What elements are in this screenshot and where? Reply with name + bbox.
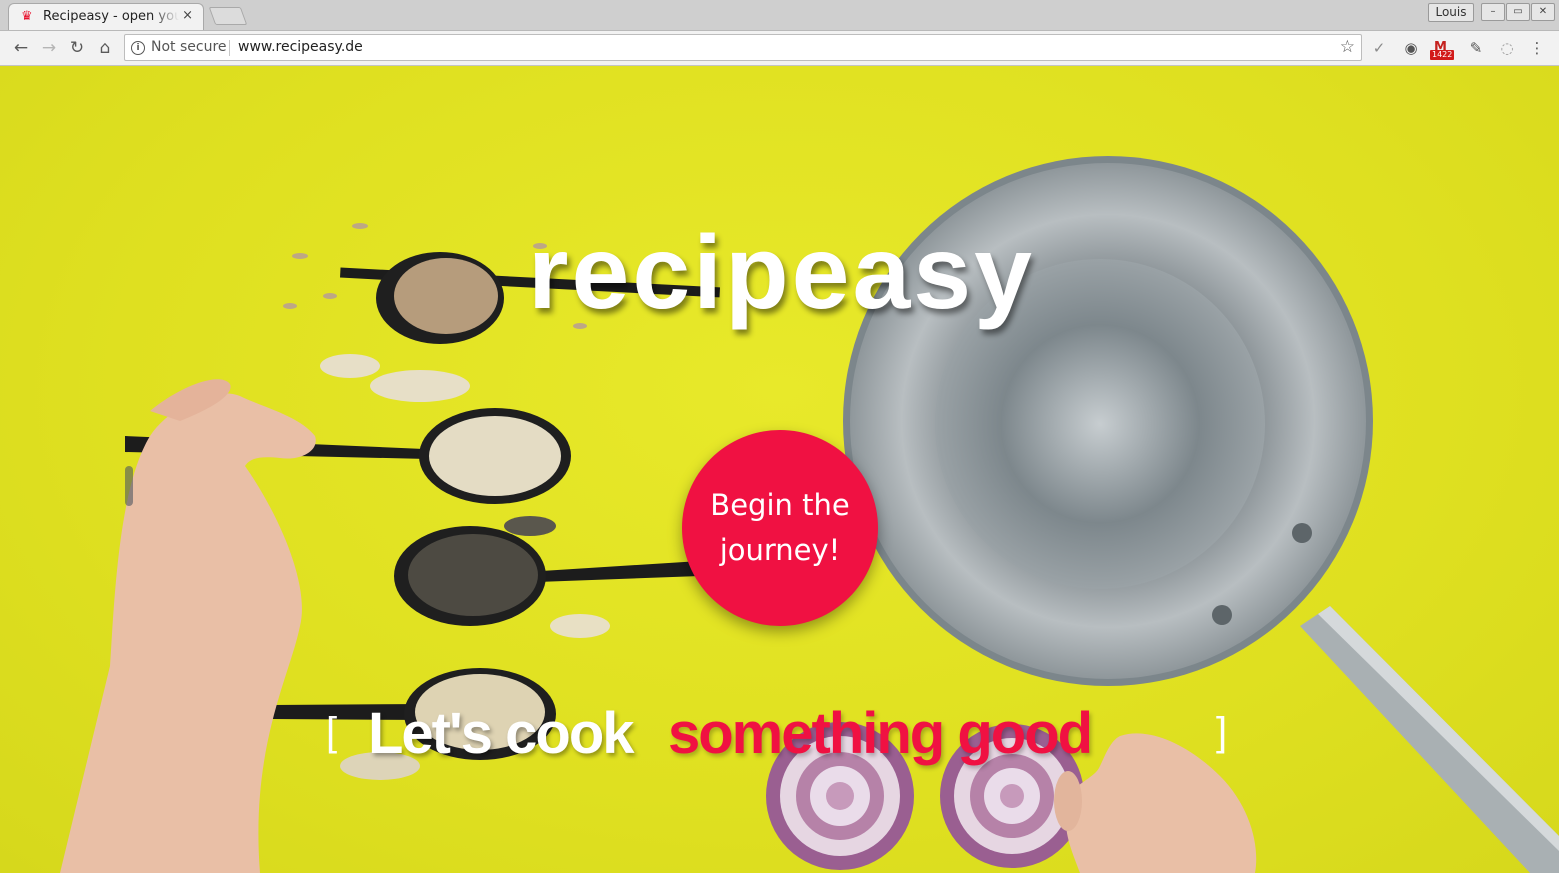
security-label[interactable]: Not secure — [151, 39, 227, 55]
eyedropper-extension-icon[interactable]: ✎ — [1466, 37, 1486, 59]
bookmark-star-icon[interactable]: ☆ — [1340, 37, 1355, 57]
back-arrow-icon[interactable]: ← — [10, 37, 32, 59]
close-window-button[interactable]: ✕ — [1531, 3, 1555, 21]
hero-section: recipeasy Begin the journey! [ Let's coo… — [0, 66, 1559, 873]
spoon-chia — [394, 526, 700, 626]
recipeasy-favicon-icon: ♛ — [21, 9, 33, 24]
gmail-extension-icon[interactable]: M 1422 — [1430, 40, 1456, 60]
tab-close-icon[interactable]: × — [182, 8, 193, 23]
reload-icon[interactable]: ↻ — [66, 37, 88, 59]
minimize-button[interactable]: – — [1481, 3, 1505, 21]
tab-title: Recipeasy - open your — [43, 9, 179, 24]
tagline-bracket-open: [ — [326, 710, 338, 754]
circle-extension-icon[interactable]: ◌ — [1497, 37, 1517, 59]
address-bar[interactable]: i Not secure www.recipeasy.de ☆ — [124, 34, 1362, 61]
site-logo[interactable]: recipeasy — [0, 214, 1559, 333]
address-separator — [229, 40, 230, 56]
tagline-white: Let's cook — [368, 701, 635, 766]
url-text[interactable]: www.recipeasy.de — [238, 39, 363, 55]
browser-toolbar: ← → ↻ ⌂ i Not secure www.recipeasy.de ☆ … — [0, 31, 1559, 66]
begin-journey-label: Begin the journey! — [710, 488, 850, 567]
begin-journey-button[interactable]: Begin the journey! — [682, 430, 878, 626]
forward-arrow-icon[interactable]: → — [38, 37, 60, 59]
info-icon[interactable]: i — [131, 41, 145, 55]
tagline-red: something good — [668, 701, 1093, 766]
tagline-bracket-close: ] — [1216, 710, 1228, 754]
menu-kebab-icon[interactable]: ⋮ — [1528, 37, 1546, 59]
restore-button[interactable]: ▭ — [1506, 3, 1530, 21]
pan-handle — [1300, 606, 1559, 873]
profile-button[interactable]: Louis — [1428, 3, 1474, 22]
browser-titlebar: ♛ Recipeasy - open your × Louis – ▭ ✕ — [0, 0, 1559, 31]
check-extension-icon[interactable]: ✓ — [1370, 37, 1388, 59]
left-hand — [60, 379, 316, 873]
browser-tab[interactable]: ♛ Recipeasy - open your × — [8, 3, 204, 30]
home-icon[interactable]: ⌂ — [94, 37, 116, 59]
mail-count-badge: 1422 — [1430, 50, 1455, 60]
eye-extension-icon[interactable]: ◉ — [1400, 37, 1422, 59]
new-tab-button[interactable] — [208, 7, 248, 25]
